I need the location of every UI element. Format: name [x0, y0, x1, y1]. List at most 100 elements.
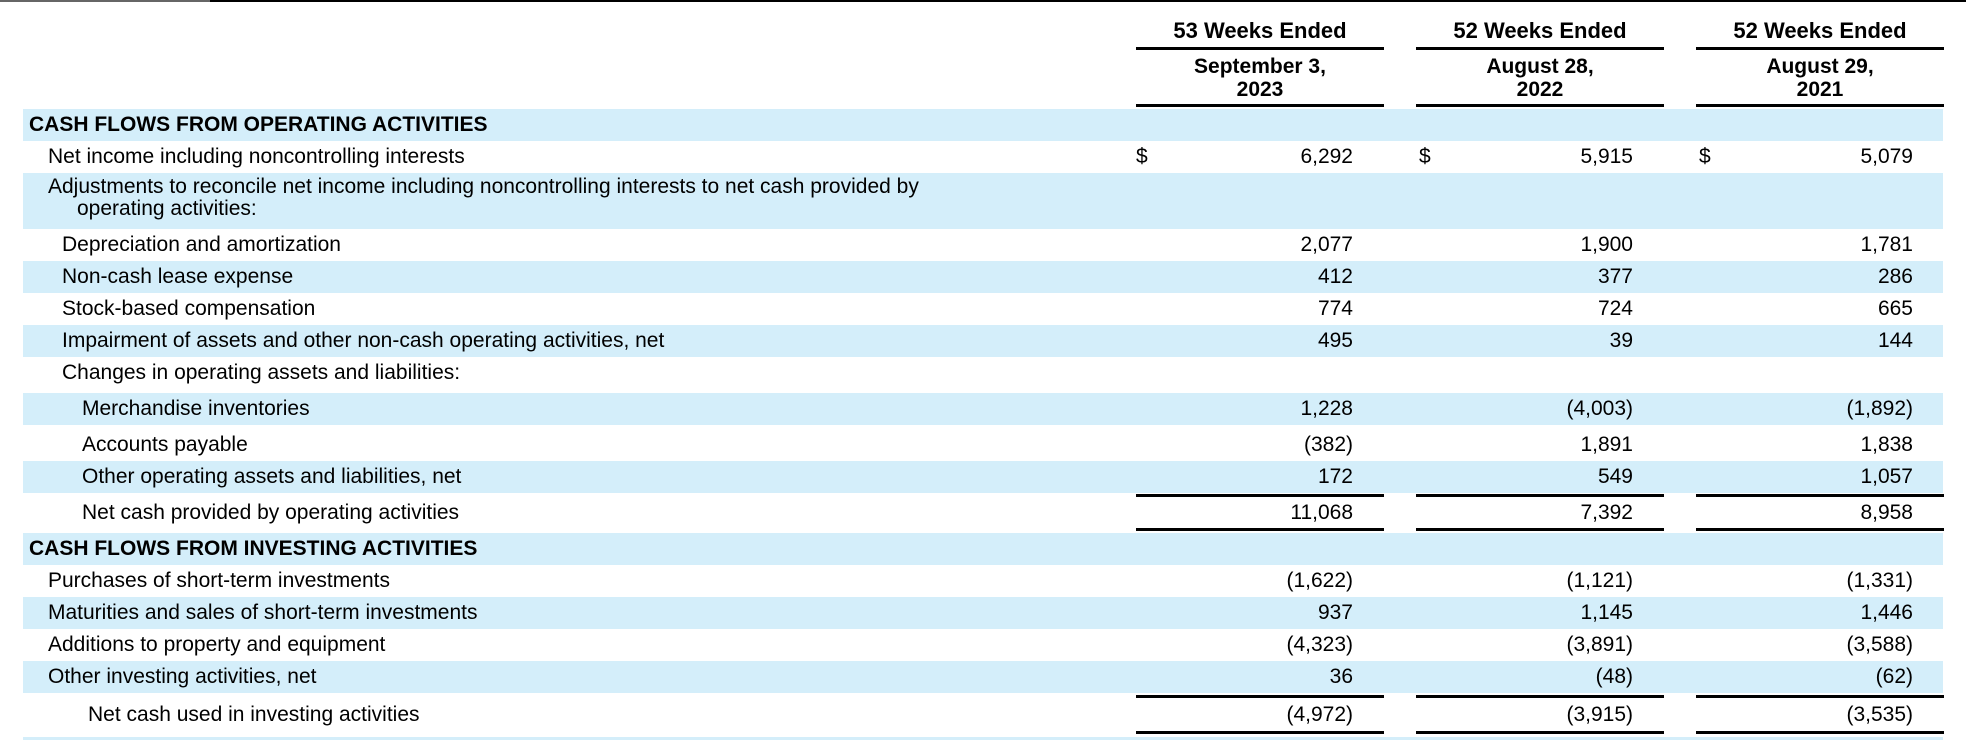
section-operating-row: CASH FLOWS FROM OPERATING ACTIVITIES [23, 109, 1943, 141]
currency-symbol: $ [1136, 145, 1148, 168]
row-label: Net cash provided by operating activitie… [82, 501, 460, 524]
value-2023: 36 [1329, 665, 1353, 688]
value-2022: (3,891) [1566, 633, 1633, 656]
value-2022: 549 [1597, 465, 1633, 488]
section-investing-heading: CASH FLOWS FROM INVESTING ACTIVITIES [29, 537, 478, 560]
value-2023: 2,077 [1300, 233, 1353, 256]
table-row-adjustments: Adjustments to reconcile net income incl… [23, 173, 1943, 229]
col1-period: 53 Weeks Ended [1173, 18, 1347, 43]
table-row-other-operating: Other operating assets and liabilities, … [23, 461, 1943, 493]
row-label: Net cash used in investing activities [88, 703, 420, 726]
col1-date-line1: September 3, [1194, 55, 1326, 78]
table-row-net-income: Net income including noncontrolling inte… [23, 141, 1943, 173]
col3-header-rule [1696, 47, 1944, 50]
invest-total-rule-col1 [1136, 731, 1384, 734]
value-2023: (4,323) [1286, 633, 1353, 656]
table-row-additions-ppe: Additions to property and equipment (4,3… [23, 629, 1943, 661]
value-2021: 1,057 [1860, 465, 1913, 488]
value-2021: (1,331) [1846, 569, 1913, 592]
value-2023: (382) [1303, 433, 1353, 456]
col2-date-rule [1416, 104, 1664, 107]
col3-date-rule [1696, 104, 1944, 107]
table-row-inventories: Merchandise inventories 1,228 (4,003) (1… [23, 393, 1943, 425]
col1-date-line2: 2023 [1236, 78, 1284, 101]
table-row-lease: Non-cash lease expense 412 377 286 [23, 261, 1943, 293]
col1-date-rule [1136, 104, 1384, 107]
top-border-accent [0, 0, 210, 2]
row-label: Accounts payable [82, 433, 248, 456]
col3-date-line1: August 29, [1766, 55, 1874, 78]
value-2021: 286 [1877, 265, 1913, 288]
table-row-changes: Changes in operating assets and liabilit… [23, 357, 1943, 389]
total-rule-col2 [1416, 528, 1664, 531]
value-2022: 5,915 [1580, 145, 1633, 168]
value-2023: 495 [1317, 329, 1353, 352]
table-row-payable: Accounts payable (382) 1,891 1,838 [23, 429, 1943, 461]
row-label: Net income including noncontrolling inte… [48, 145, 465, 168]
value-2021: 1,838 [1860, 433, 1913, 456]
currency-symbol: $ [1419, 145, 1431, 168]
row-label: Merchandise inventories [82, 397, 310, 420]
top-border [0, 0, 1966, 2]
row-label: Other investing activities, net [48, 665, 317, 688]
value-2023: 6,292 [1300, 145, 1353, 168]
value-2022: 377 [1597, 265, 1633, 288]
total-rule-col3 [1696, 528, 1944, 531]
row-label: Other operating assets and liabilities, … [82, 465, 462, 488]
value-2023: 937 [1317, 601, 1353, 624]
value-2022: 7,392 [1580, 501, 1633, 524]
invest-total-rule-col2 [1416, 731, 1664, 734]
col1-header-rule [1136, 47, 1384, 50]
row-label-line2: operating activities: [77, 197, 257, 220]
table-row-net-investing: Net cash used in investing activities (4… [23, 699, 1943, 731]
value-2021: 144 [1877, 329, 1913, 352]
value-2021: 5,079 [1860, 145, 1913, 168]
row-label: Stock-based compensation [62, 297, 316, 320]
value-2022: (48) [1595, 665, 1633, 688]
invest-subtotal-rule-col2 [1416, 695, 1664, 698]
value-2021: 665 [1877, 297, 1913, 320]
row-label: Adjustments to reconcile net income incl… [48, 176, 1088, 220]
value-2022: 724 [1597, 297, 1633, 320]
row-label: Impairment of assets and other non-cash … [62, 329, 665, 352]
value-2021: (3,535) [1846, 703, 1913, 726]
value-2022: 39 [1609, 329, 1633, 352]
value-2022: (1,121) [1566, 569, 1633, 592]
value-2021: 8,958 [1860, 501, 1913, 524]
table-row-stock-comp: Stock-based compensation 774 724 665 [23, 293, 1943, 325]
value-2023: 11,068 [1290, 501, 1353, 524]
value-2023: 172 [1317, 465, 1353, 488]
table-row-net-operating: Net cash provided by operating activitie… [23, 497, 1943, 529]
value-2023: 774 [1317, 297, 1353, 320]
section-investing-row: CASH FLOWS FROM INVESTING ACTIVITIES [23, 533, 1943, 565]
col3-period: 52 Weeks Ended [1733, 18, 1907, 43]
value-2023: (4,972) [1286, 703, 1353, 726]
value-2021: (1,892) [1846, 397, 1913, 420]
invest-subtotal-rule-col3 [1696, 695, 1944, 698]
table-row-depreciation: Depreciation and amortization 2,077 1,90… [23, 229, 1943, 261]
row-label: Non-cash lease expense [62, 265, 294, 288]
col2-period: 52 Weeks Ended [1453, 18, 1627, 43]
value-2021: 1,781 [1860, 233, 1913, 256]
value-2022: 1,145 [1580, 601, 1633, 624]
row-label: Purchases of short-term investments [48, 569, 390, 592]
value-2021: (3,588) [1846, 633, 1913, 656]
value-2023: 412 [1317, 265, 1353, 288]
value-2021: (62) [1875, 665, 1913, 688]
invest-subtotal-rule-col1 [1136, 695, 1384, 698]
table-row-maturities-st: Maturities and sales of short-term inves… [23, 597, 1943, 629]
value-2022: (4,003) [1566, 397, 1633, 420]
row-label: Additions to property and equipment [48, 633, 386, 656]
table-row-purchases-st: Purchases of short-term investments (1,6… [23, 565, 1943, 597]
col2-header-rule [1416, 47, 1664, 50]
col3-date-line2: 2021 [1796, 78, 1844, 101]
value-2021: 1,446 [1860, 601, 1913, 624]
table-row-impairment: Impairment of assets and other non-cash … [23, 325, 1943, 357]
row-label-line1: Adjustments to reconcile net income incl… [48, 175, 919, 198]
value-2023: (1,622) [1286, 569, 1353, 592]
col2-date-line1: August 28, [1486, 55, 1594, 78]
col2-date-line2: 2022 [1516, 78, 1564, 101]
value-2023: 1,228 [1300, 397, 1353, 420]
value-2022: (3,915) [1566, 703, 1633, 726]
value-2022: 1,900 [1580, 233, 1633, 256]
